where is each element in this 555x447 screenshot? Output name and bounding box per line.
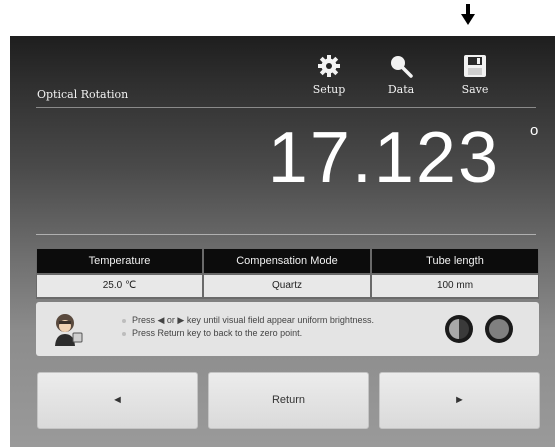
save-button[interactable]: Save: [449, 54, 501, 98]
instrument-screen: Optical Rotation Setup Data Save 17.123 …: [10, 36, 555, 447]
left-arrow-icon: ◄: [112, 394, 123, 406]
return-label: Return: [271, 394, 306, 406]
header-divider: [36, 107, 536, 108]
instruction-text-1: Press ◀ or ▶ key until visual field appe…: [132, 315, 374, 325]
instruction-text-2: Press Return key to back to the zero poi…: [132, 328, 303, 338]
floppy-disk-icon: [464, 55, 486, 77]
setup-button[interactable]: Setup: [303, 54, 355, 98]
instruction-line-1: Press ◀ or ▶ key until visual field appe…: [122, 315, 374, 326]
setup-label: Setup: [312, 83, 346, 96]
temperature-header: Temperature: [37, 249, 202, 273]
data-button[interactable]: Data: [375, 54, 427, 98]
right-arrow-button[interactable]: ►: [379, 372, 540, 429]
arrow-down-callout-icon: [461, 4, 475, 25]
tube-length-value[interactable]: 100 mm: [372, 275, 538, 297]
temperature-value[interactable]: 25.0 ℃: [37, 275, 202, 297]
instruction-line-2: Press Return key to back to the zero poi…: [122, 328, 302, 338]
compensation-mode-header: Compensation Mode: [204, 249, 370, 273]
person-icon: [55, 314, 83, 346]
tube-length-header: Tube length: [372, 249, 538, 273]
uniform-field-icon: [485, 315, 513, 343]
left-arrow-button[interactable]: ◄: [37, 372, 198, 429]
bullet-icon: [122, 318, 126, 323]
search-icon: [391, 56, 413, 78]
save-label: Save: [461, 83, 489, 96]
parameter-table: Temperature Compensation Mode Tube lengt…: [36, 248, 539, 299]
return-button[interactable]: Return: [208, 372, 369, 429]
right-arrow-icon: ►: [454, 394, 465, 406]
degree-unit: o: [530, 122, 539, 139]
instruction-panel: Press ◀ or ▶ key until visual field appe…: [36, 302, 539, 356]
compensation-mode-value[interactable]: Quartz: [204, 275, 370, 297]
data-label: Data: [387, 83, 415, 96]
half-field-left-icon: [445, 315, 473, 343]
rotation-reading: 17.123: [267, 118, 500, 198]
page-title: Optical Rotation: [37, 88, 129, 101]
gear-icon: [318, 55, 340, 77]
bullet-icon: [122, 331, 126, 336]
reading-divider: [36, 234, 536, 235]
